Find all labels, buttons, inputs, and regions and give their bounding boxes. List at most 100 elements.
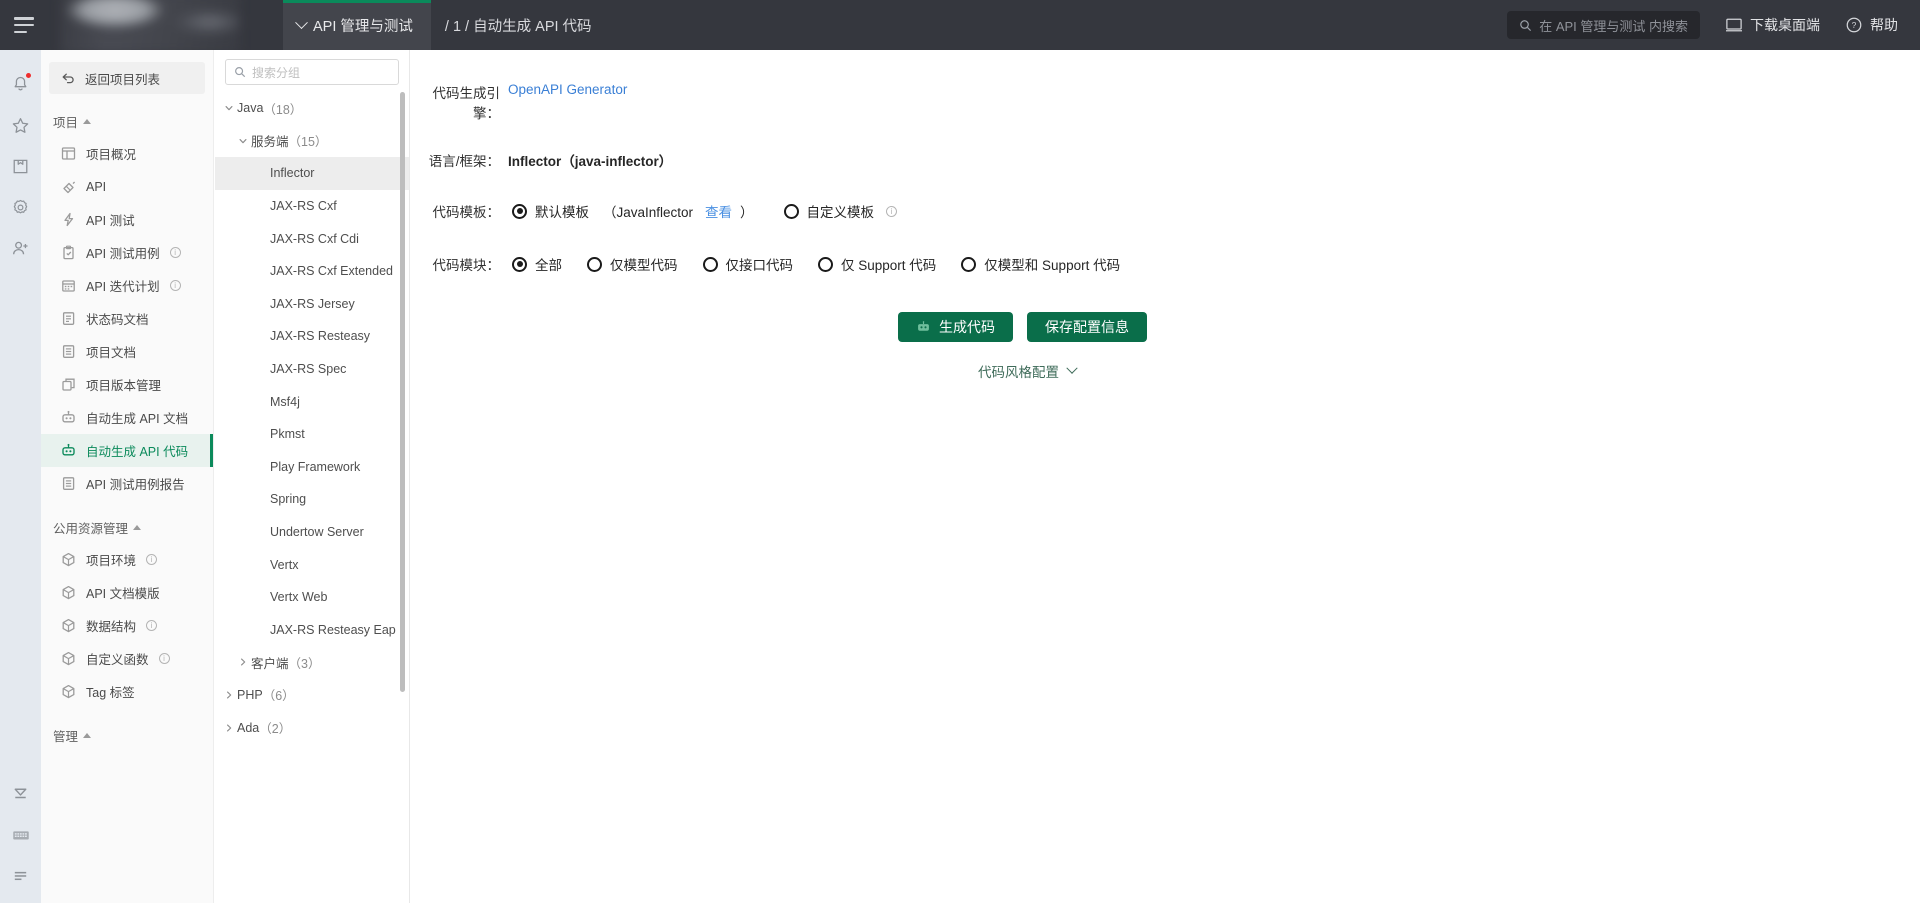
tree-node[interactable]: Ada （2）: [215, 711, 409, 744]
save-config-label: 保存配置信息: [1045, 319, 1129, 335]
tree-node[interactable]: Vertx: [215, 548, 409, 581]
help-button[interactable]: ? 帮助: [1846, 15, 1898, 35]
sidebar-item-4[interactable]: Tag 标签: [41, 675, 213, 708]
sidebar-item-7[interactable]: 项目版本管理: [41, 368, 213, 401]
tree-node[interactable]: Vertx Web: [215, 581, 409, 614]
radio-button[interactable]: [961, 256, 977, 272]
module-option-1[interactable]: 仅模型代码: [587, 254, 678, 274]
chevron-right-icon[interactable]: [235, 657, 251, 667]
keyboard-icon[interactable]: [0, 821, 41, 862]
radio-button[interactable]: [512, 256, 527, 272]
tree-node[interactable]: JAX-RS Cxf Extended: [215, 255, 409, 288]
tree-node[interactable]: JAX-RS Cxf Cdi: [215, 222, 409, 255]
info-icon[interactable]: i: [169, 280, 181, 291]
template-row: 代码模板： 默认模板 （JavaInflector 查看 ） 自定义模板 i: [410, 201, 1920, 221]
tree-node[interactable]: Inflector: [215, 157, 409, 190]
info-icon[interactable]: i: [886, 205, 898, 217]
radio-button[interactable]: [587, 256, 602, 272]
style-config-label: 代码风格配置: [978, 365, 1059, 380]
brand-logo: [60, 0, 240, 50]
workspace-tab[interactable]: API 管理与测试: [283, 0, 431, 50]
sidebar-item-label: API 文档模版: [86, 587, 160, 601]
template-option-0[interactable]: 默认模板 （JavaInflector 查看 ）: [512, 201, 754, 221]
tree-node[interactable]: JAX-RS Resteasy Eap: [215, 614, 409, 647]
tree-node-count: （15）: [288, 135, 328, 150]
tree-node[interactable]: JAX-RS Resteasy: [215, 320, 409, 353]
sidebar-item-5[interactable]: 状态码文档: [41, 302, 213, 335]
info-icon[interactable]: i: [169, 247, 181, 258]
save-config-button[interactable]: 保存配置信息: [1027, 312, 1147, 342]
tree-node[interactable]: 服务端 （15）: [215, 125, 409, 158]
radio-button[interactable]: [818, 256, 833, 272]
sidebar-item-1[interactable]: API 文档模版: [41, 576, 213, 609]
sidebar-group-title[interactable]: 公用资源管理: [41, 500, 213, 543]
radio-button[interactable]: [783, 203, 799, 219]
radio-button[interactable]: [702, 256, 718, 272]
engine-label: 代码生成引擎：: [432, 86, 501, 121]
sidebar-item-2[interactable]: API 测试: [41, 203, 213, 236]
module-option-2[interactable]: 仅接口代码: [702, 254, 793, 274]
sidebar-group-title[interactable]: 项目: [41, 94, 213, 137]
info-icon[interactable]: i: [146, 554, 158, 565]
tree-node[interactable]: Spring: [215, 483, 409, 516]
chevron-down-icon[interactable]: [235, 136, 251, 146]
package-icon[interactable]: [0, 146, 41, 187]
breadcrumb[interactable]: / 1 / 自动生成 API 代码: [431, 0, 592, 50]
sidebar-item-6[interactable]: 项目文档: [41, 335, 213, 368]
radio-button[interactable]: [512, 203, 527, 219]
sidebar-item-4[interactable]: API 迭代计划 i: [41, 269, 213, 302]
sidebar-item-3[interactable]: 自定义函数 i: [41, 642, 213, 675]
sidebar-item-3[interactable]: API 测试用例 i: [41, 236, 213, 269]
chevron-right-icon[interactable]: [221, 723, 237, 733]
tree-node[interactable]: JAX-RS Cxf: [215, 190, 409, 223]
tree-scrollbar-thumb[interactable]: [400, 92, 405, 692]
tree-scrollbar-track[interactable]: [400, 92, 407, 900]
sidebar-item-8[interactable]: 自动生成 API 文档: [41, 401, 213, 434]
tree-node[interactable]: Play Framework: [215, 451, 409, 484]
group-tree-panel: 搜索分组 Java （18） 服务端 （15） Inflector JAX-RS Cxf J…: [215, 50, 410, 903]
tree-search-input[interactable]: 搜索分组: [225, 59, 399, 85]
gear-icon[interactable]: [0, 187, 41, 228]
notification-badge: [25, 72, 32, 79]
list-icon[interactable]: [0, 862, 41, 903]
module-option-4[interactable]: 仅模型和 Support 代码: [961, 254, 1120, 274]
module-option-0[interactable]: 全部: [512, 254, 562, 274]
sidebar-item-0[interactable]: 项目概况: [41, 137, 213, 170]
sidebar-item-1[interactable]: API: [41, 170, 213, 203]
menu-toggle-icon[interactable]: [14, 17, 34, 33]
tree-node-label: Spring: [270, 492, 307, 507]
sidebar-item-2[interactable]: 数据结构 i: [41, 609, 213, 642]
bell-icon[interactable]: [0, 64, 41, 105]
tree-node[interactable]: Pkmst: [215, 418, 409, 451]
info-icon[interactable]: i: [146, 620, 158, 631]
chevron-right-icon[interactable]: [221, 690, 237, 700]
download-desktop-button[interactable]: 下载桌面端: [1726, 15, 1820, 35]
tree-node[interactable]: JAX-RS Jersey: [215, 288, 409, 321]
global-search-input[interactable]: 在 API 管理与测试 内搜索: [1507, 11, 1700, 39]
style-config-toggle[interactable]: 代码风格配置: [978, 361, 1078, 381]
calendar-icon: [62, 280, 75, 292]
tree-node[interactable]: JAX-RS Spec: [215, 353, 409, 386]
module-option-3[interactable]: 仅 Support 代码: [818, 254, 936, 274]
generate-code-button[interactable]: 生成代码: [898, 312, 1013, 342]
sidebar-group-title[interactable]: 管理: [41, 708, 213, 751]
info-icon[interactable]: i: [158, 653, 170, 664]
template-option-1[interactable]: 自定义模板 i: [783, 201, 898, 221]
sidebar-item-9[interactable]: 自动生成 API 代码: [41, 434, 213, 467]
tree-node-label: JAX-RS Cxf Cdi: [270, 231, 359, 246]
tree-node[interactable]: PHP （6）: [215, 679, 409, 712]
template-view-link[interactable]: 查看: [705, 201, 732, 221]
cube-icon: [62, 651, 75, 666]
tree-node[interactable]: Undertow Server: [215, 516, 409, 549]
add-user-icon[interactable]: [0, 228, 41, 269]
back-to-project-list-button[interactable]: 返回项目列表: [49, 62, 205, 94]
engine-value-link[interactable]: OpenAPI Generator: [508, 82, 627, 97]
sidebar-item-10[interactable]: API 测试用例报告: [41, 467, 213, 500]
star-icon[interactable]: [0, 105, 41, 146]
tree-node[interactable]: Msf4j: [215, 385, 409, 418]
tree-node[interactable]: 客户端 （3）: [215, 646, 409, 679]
collapse-down-icon[interactable]: [0, 780, 41, 821]
tree-node[interactable]: Java （18）: [215, 92, 409, 125]
sidebar-item-0[interactable]: 项目环境 i: [41, 543, 213, 576]
chevron-down-icon[interactable]: [221, 103, 237, 113]
